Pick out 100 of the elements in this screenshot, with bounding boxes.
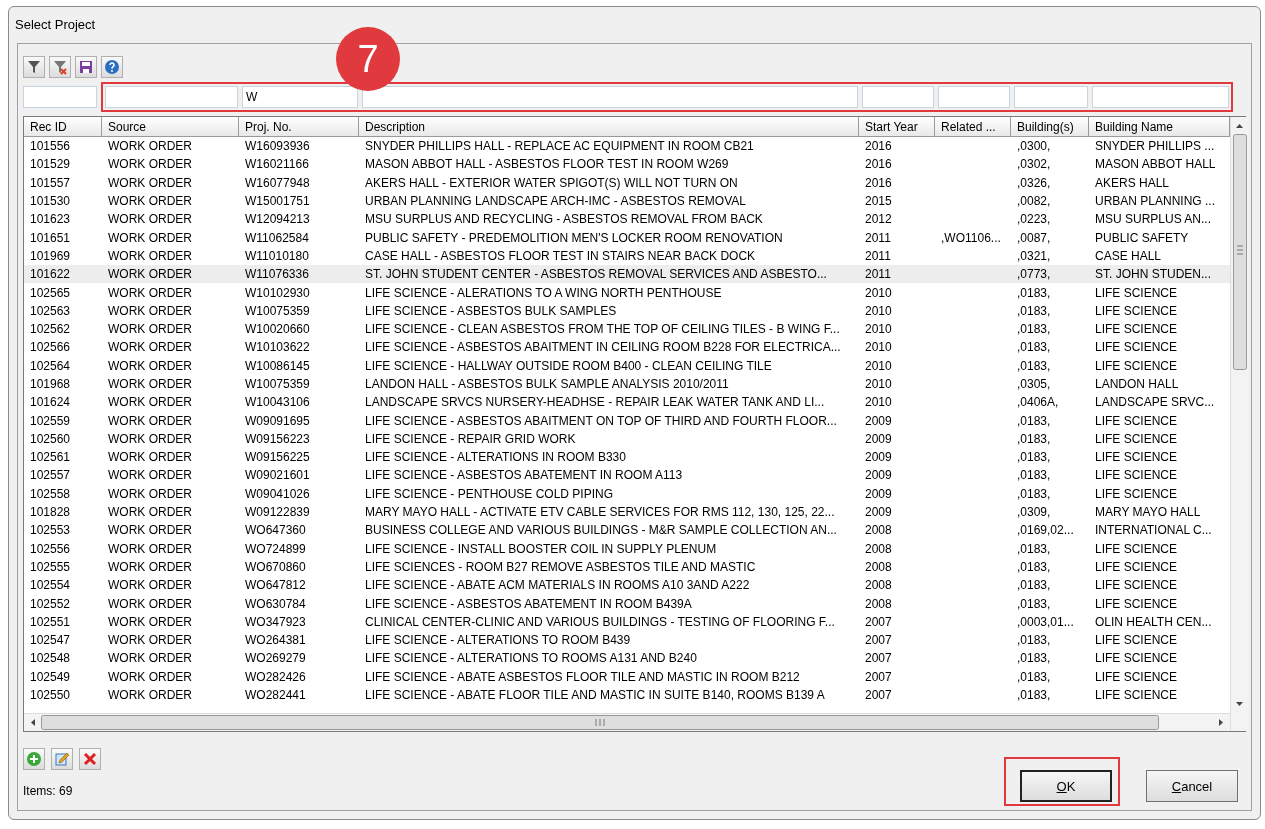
help-button[interactable] — [101, 56, 123, 78]
scrollbar-thumb[interactable] — [1232, 134, 1247, 370]
table-cell-text: LANDON HALL - ASBESTOS BULK SAMPLE ANALYSIS 2010/2011 — [364, 377, 730, 391]
table-cell-text: W16077948 — [244, 175, 311, 190]
table-cell-text: 2010 — [864, 285, 893, 300]
table-cell-text: 2009 — [864, 468, 893, 483]
filter-field[interactable] — [23, 86, 97, 108]
table-row[interactable]: 101530 WORK ORDER W15001751 URBAN PLANNING LANDSCAPE ARCH-IMC - ASBESTOS REMOVAL 2015 ,0082, URBAN PLANNING ... — [24, 191, 1230, 211]
table-cell-text: LIFE SCIENCE — [1094, 358, 1179, 373]
table-cell-text: WORK ORDER — [107, 248, 193, 263]
table-cell-text: W09021601 — [244, 468, 311, 483]
table-cell-text: LIFE SCIENCE - ASBESTOS ABAITMENT ON TOP OF THIRD AND FOURTH FLOOR... — [364, 413, 838, 428]
item-count: Items: 69 — [23, 784, 74, 798]
table-row[interactable]: 102559 WORK ORDER W09091695 LIFE SCIENCE - ASBESTOS ABAITMENT ON TOP OF THIRD AND FOURTH FLOOR... 2009 ,0183, LIFE SCIENCE — [24, 411, 1230, 430]
table-cell-text: WORK ORDER — [107, 175, 193, 190]
column-header[interactable]: Start Year — [859, 117, 935, 137]
table-cell-text: WORK ORDER — [107, 651, 193, 666]
table-cell-text: ,0082, — [1016, 194, 1052, 209]
table-cell-text: CLINICAL CENTER-CLINIC AND VARIOUS BUILDINGS - TESTING OF FLOORING F... — [364, 614, 836, 629]
table-cell-text: WORK ORDER — [107, 322, 193, 337]
column-header[interactable]: Building Name — [1089, 117, 1230, 137]
table-cell-text: 2011 — [864, 230, 892, 245]
table-row[interactable]: 102562 WORK ORDER W10020660 LIFE SCIENCE - CLEAN ASBESTOS FROM THE TOP OF CEILING TILES - B WING F... 2010 ,0183, LIFE SCIENCE — [24, 319, 1230, 339]
table-cell-text: 2007 — [864, 669, 893, 684]
table-cell-text: 102552 — [29, 596, 72, 611]
clear-filter-button[interactable] — [49, 56, 71, 78]
column-header[interactable]: Description — [359, 117, 859, 137]
table-row[interactable]: 102547 WORK ORDER WO264381 LIFE SCIENCE - ALTERATIONS TO ROOM B439 2007 ,0183, LIFE SCIENCE — [24, 631, 1230, 650]
table-row[interactable]: 101622 WORK ORDER W11076336 ST. JOHN STUDENT CENTER - ASBESTOS REMOVAL SERVICES AND ASBESTO... 2011 ,0773, ST. JOHN STUDEN... — [24, 265, 1230, 284]
table-row[interactable]: 102560 WORK ORDER W09156223 LIFE SCIENCE - REPAIR GRID WORK 2009 ,0183, LIFE SCIENCE — [24, 429, 1230, 449]
table-row[interactable]: 101651 WORK ORDER W11062584 PUBLIC SAFETY - PREDEMOLITION MEN'S LOCKER ROOM RENOVATION 2011 ,WO1106... ,0087, PUBLIC SAFETY — [24, 228, 1230, 247]
table-cell-text: LIFE SCIENCE - ALTERATIONS IN ROOM B330 — [364, 450, 627, 465]
table-cell-text: ST. JOHN STUDEN... — [1094, 267, 1212, 282]
table-cell-text: LANDSCAPE SRVCS NURSERY-HEADHSE - REPAIR LEAK WATER TANK AND LI... — [364, 395, 826, 410]
column-header[interactable]: Rec ID — [24, 117, 102, 137]
table-cell-text: ,0183, — [1016, 669, 1052, 684]
table-row[interactable]: 102550 WORK ORDER WO282441 LIFE SCIENCE - ABATE FLOOR TILE AND MASTIC IN SUITE B140, ROOMS B139 A 2007 ,0183, LIFE SCIENCE — [24, 685, 1230, 705]
table-cell-text: 2007 — [864, 688, 893, 703]
table-cell-text: W10103622 — [244, 340, 311, 355]
cancel-button[interactable]: Cancel — [1146, 770, 1238, 802]
table-row[interactable]: 102557 WORK ORDER W09021601 LIFE SCIENCE - ASBESTOS ABATEMENT IN ROOM A113 2009 ,0183, LIFE SCIENCE — [24, 466, 1230, 485]
save-button[interactable] — [75, 56, 97, 78]
vertical-scrollbar[interactable] — [1230, 117, 1248, 731]
scrollbar-thumb[interactable] — [41, 715, 1159, 730]
table-row[interactable]: 102548 WORK ORDER WO269279 LIFE SCIENCE - ALTERATIONS TO ROOMS A131 AND B240 2007 ,0183, LIFE SCIENCE — [24, 649, 1230, 668]
ok-button[interactable]: OK — [1020, 770, 1112, 802]
filter-field[interactable] — [1092, 86, 1229, 108]
table-cell-text: INTERNATIONAL C... — [1094, 523, 1213, 538]
table-cell-text: WORK ORDER — [107, 303, 193, 318]
add-button[interactable] — [23, 748, 45, 770]
table-cell-text: 2016 — [864, 175, 893, 190]
column-header[interactable]: Source — [102, 117, 239, 137]
table-cell-text: PUBLIC SAFETY - PREDEMOLITION MEN'S LOCKER ROOM RENOVATION — [364, 230, 784, 245]
table-cell-text: MASON ABBOT HALL - ASBESTOS FLOOR TEST IN ROOM W269 — [364, 157, 730, 172]
table-row[interactable]: 102564 WORK ORDER W10086145 LIFE SCIENCE - HALLWAY OUTSIDE ROOM B400 - CLEAN CEILING TILE 2010 ,0183, LIFE SCIENCE — [24, 356, 1230, 375]
delete-button[interactable] — [79, 748, 101, 770]
table-row[interactable]: 102566 WORK ORDER W10103622 LIFE SCIENCE - ASBESTOS ABAITMENT IN CEILING ROOM B228 FOR ELECTRICA... 2010 ,0183, LIFE SCIENCE — [24, 338, 1230, 357]
table-row[interactable]: 102555 WORK ORDER WO670860 LIFE SCIENCES - ROOM B27 REMOVE ASBESTOS TILE AND MASTIC 2008 ,0183, LIFE SCIENCE — [24, 557, 1230, 577]
table-row[interactable]: 101623 WORK ORDER W12094213 MSU SURPLUS AND RECYCLING - ASBESTOS REMOVAL FROM BACK 2012 ,0223, MSU SURPLUS AN... — [24, 210, 1230, 229]
table-row[interactable]: 102552 WORK ORDER WO630784 LIFE SCIENCE - ASBESTOS ABATEMENT IN ROOM B439A 2008 ,0183, LIFE SCIENCE — [24, 594, 1230, 613]
filter-field[interactable] — [862, 86, 934, 108]
table-cell-text: WORK ORDER — [107, 578, 193, 593]
table-row[interactable]: 102563 WORK ORDER W10075359 LIFE SCIENCE - ASBESTOS BULK SAMPLES 2010 ,0183, LIFE SCIENCE — [24, 301, 1230, 320]
edit-button[interactable] — [51, 748, 73, 770]
table-cell-text: ,0183, — [1016, 486, 1052, 501]
table-row[interactable]: 102558 WORK ORDER W09041026 LIFE SCIENCE - PENTHOUSE COLD PIPING 2009 ,0183, LIFE SCIENCE — [24, 484, 1230, 503]
table-row[interactable]: 102551 WORK ORDER WO347923 CLINICAL CENTER-CLINIC AND VARIOUS BUILDINGS - TESTING OF FLOORING F... 2007 ,0003,01... OLIN HEALTH CEN... — [24, 612, 1230, 631]
table-cell-text: URBAN PLANNING LANDSCAPE ARCH-IMC - ASBESTOS REMOVAL — [364, 194, 747, 209]
table-row[interactable]: 102556 WORK ORDER WO724899 LIFE SCIENCE - INSTALL BOOSTER COIL IN SUPPLY PLENUM 2008 ,0183, LIFE SCIENCE — [24, 539, 1230, 558]
table-row[interactable]: 102554 WORK ORDER WO647812 LIFE SCIENCE - ABATE ACM MATERIALS IN ROOMS A10 3AND A222 2008 ,0183, LIFE SCIENCE — [24, 576, 1230, 595]
table-row[interactable]: 102565 WORK ORDER W10102930 LIFE SCIENCE - ALERATIONS TO A WING NORTH PENTHOUSE 2010 ,0183, LIFE SCIENCE — [24, 283, 1230, 302]
table-cell-text: 102548 — [29, 651, 72, 666]
table-cell-text: MSU SURPLUS AND RECYCLING - ASBESTOS REMOVAL FROM BACK — [364, 212, 764, 227]
table-cell-text: WORK ORDER — [107, 450, 193, 465]
column-header[interactable]: Proj. No. — [239, 117, 359, 137]
table-row[interactable]: 101557 WORK ORDER W16077948 AKERS HALL - EXTERIOR WATER SPIGOT(S) WILL NOT TURN ON 2016 ,0326, AKERS HALL — [24, 173, 1230, 192]
column-header[interactable]: Related ... — [935, 117, 1011, 137]
filter-clear-icon — [52, 59, 68, 75]
table-cell-text: LIFE SCIENCE — [1094, 541, 1179, 556]
table-row[interactable]: 101624 WORK ORDER W10043106 LANDSCAPE SRVCS NURSERY-HEADHSE - REPAIR LEAK WATER TANK AND LI... 2010 ,0406A, LANDSCAPE SRVC... — [24, 393, 1230, 412]
table-row[interactable]: 101968 WORK ORDER W10075359 LANDON HALL - ASBESTOS BULK SAMPLE ANALYSIS 2010/2011 2010 ,0305, LANDON HALL — [24, 374, 1230, 394]
table-row[interactable]: 102553 WORK ORDER WO647360 BUSINESS COLLEGE AND VARIOUS BUILDINGS - M&R SAMPLE COLLECTION AN... 2008 ,0169,02... INTERNATIONAL C... — [24, 521, 1230, 540]
filter-field[interactable] — [938, 86, 1010, 108]
horizontal-scrollbar[interactable] — [24, 713, 1230, 731]
filter-field[interactable]: W — [242, 86, 358, 108]
filter-field[interactable] — [1014, 86, 1088, 108]
filter-field[interactable] — [362, 86, 858, 108]
table-row[interactable]: 102561 WORK ORDER W09156225 LIFE SCIENCE - ALTERATIONS IN ROOM B330 2009 ,0183, LIFE SCIENCE — [24, 448, 1230, 467]
table-cell-text: 102562 — [29, 322, 72, 337]
filter-button[interactable] — [23, 56, 45, 78]
table-cell-text: ,0183, — [1016, 413, 1052, 428]
table-row[interactable]: 101969 WORK ORDER W11010180 CASE HALL - ASBESTOS FLOOR TEST IN STAIRS NEAR BACK DOCK 2011 ,0321, CASE HALL — [24, 246, 1230, 266]
table-row[interactable]: 101828 WORK ORDER W09122839 MARY MAYO HALL - ACTIVATE ETV CABLE SERVICES FOR RMS 112, 130, 125, 22... 2009 ,0309, MARY MAYO HALL — [24, 502, 1230, 522]
filter-field[interactable] — [105, 86, 238, 108]
table-row[interactable]: 102549 WORK ORDER WO282426 LIFE SCIENCE - ABATE ASBESTOS FLOOR TILE AND MASTIC IN ROOM B212 2007 ,0183, LIFE SCIENCE — [24, 667, 1230, 686]
table-row[interactable]: 101556 WORK ORDER W16093936 SNYDER PHILLIPS HALL - REPLACE AC EQUIPMENT IN ROOM CB21 2016 ,0300, SNYDER PHILLIPS ... — [24, 137, 1230, 156]
table-cell-text: LIFE SCIENCE — [1094, 413, 1179, 428]
table-row[interactable]: 101529 WORK ORDER W16021166 MASON ABBOT HALL - ASBESTOS FLOOR TEST IN ROOM W269 2016 ,0302, MASON ABBOT HALL — [24, 155, 1230, 174]
table-cell-text: ,0321, — [1016, 248, 1052, 263]
column-header[interactable]: Building(s) — [1011, 117, 1089, 137]
